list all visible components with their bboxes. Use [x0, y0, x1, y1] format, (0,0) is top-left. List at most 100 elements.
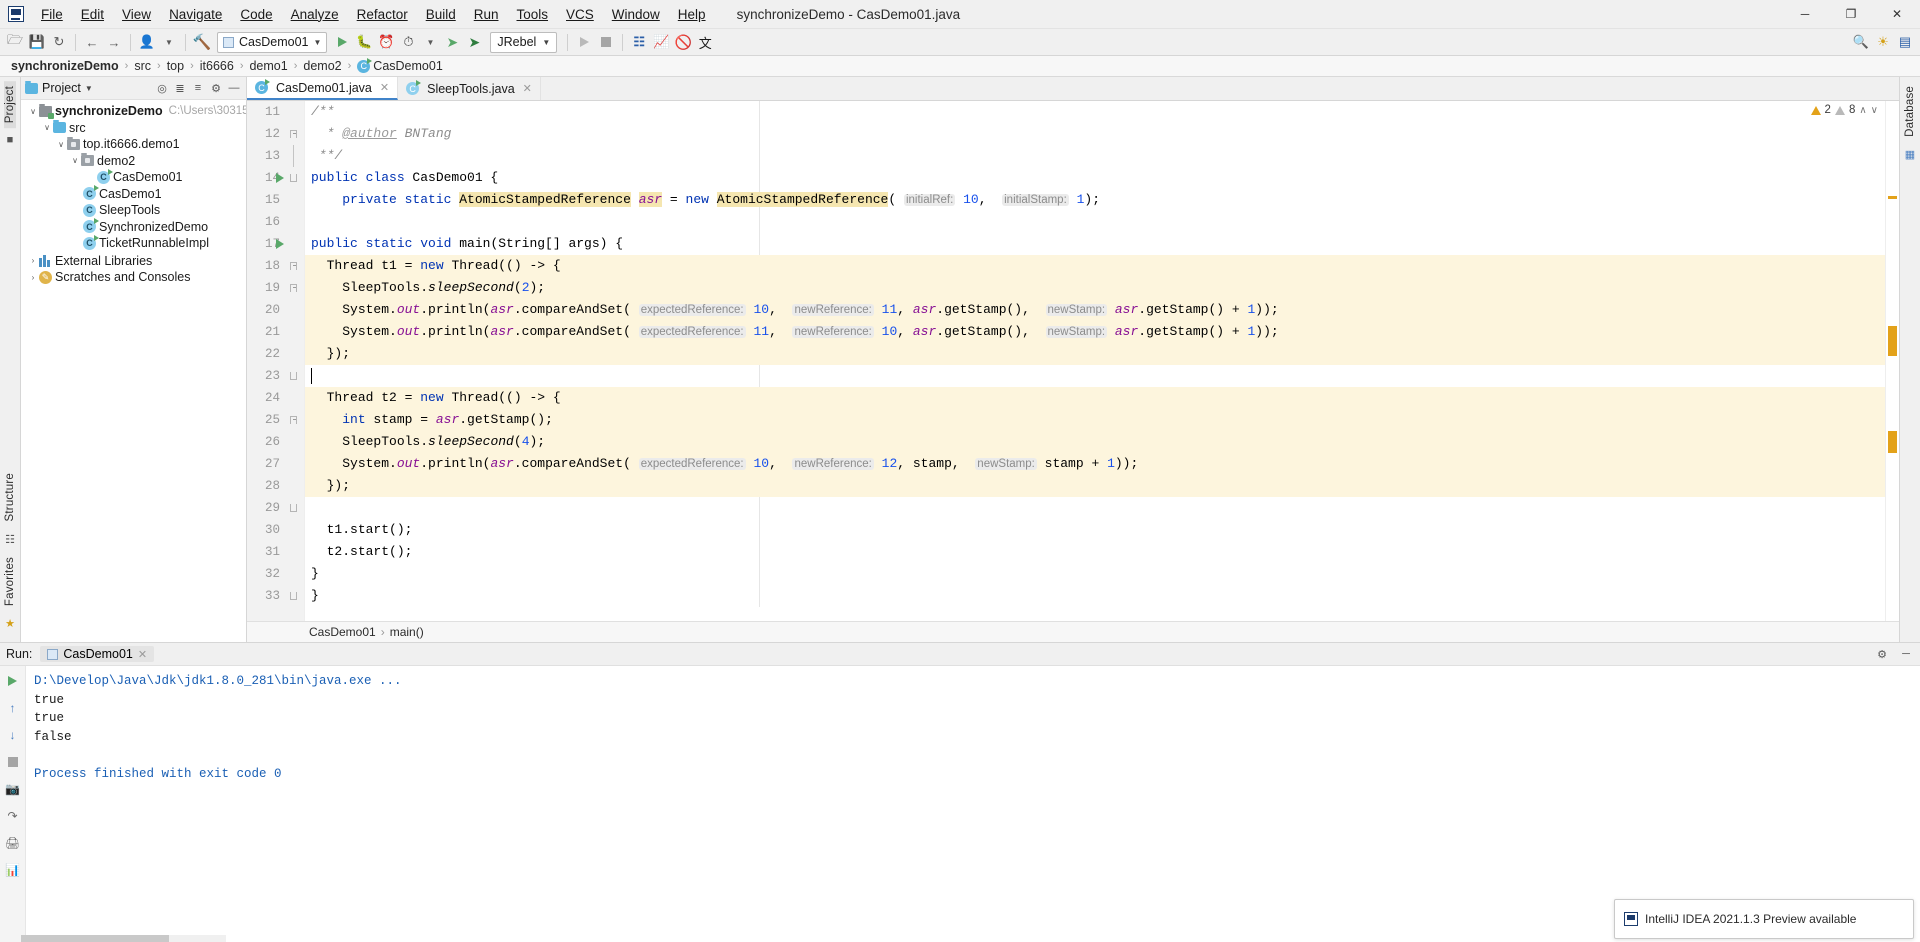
- soft-wrap-icon[interactable]: ↷: [4, 807, 22, 825]
- error-stripe-scrollbar[interactable]: [1885, 101, 1899, 621]
- breadcrumb-item-it6666[interactable]: it6666: [197, 59, 237, 73]
- project-panel-chevron-down-icon[interactable]: ▼: [85, 84, 93, 93]
- tree-node-casdemo1[interactable]: C CasDemo1: [21, 185, 246, 203]
- rail-button-database[interactable]: Database: [1904, 81, 1916, 142]
- run-button[interactable]: [331, 31, 353, 53]
- menu-navigate[interactable]: Navigate: [160, 3, 231, 26]
- menu-file[interactable]: File: [32, 3, 72, 26]
- twisty-icon[interactable]: ∨: [27, 107, 39, 116]
- run-tab-casdemo01[interactable]: CasDemo01 ✕: [40, 646, 155, 662]
- stop-icon[interactable]: [595, 31, 617, 53]
- maximize-button[interactable]: ❐: [1828, 0, 1874, 29]
- menu-refactor[interactable]: Refactor: [348, 3, 417, 26]
- search-icon[interactable]: 🔍: [1850, 31, 1872, 53]
- rail-button-project[interactable]: Project: [4, 81, 16, 129]
- tab-close-icon[interactable]: ✕: [380, 81, 389, 94]
- twisty-icon[interactable]: ∨: [69, 156, 81, 165]
- notifications-icon[interactable]: ☀: [1872, 31, 1894, 53]
- close-button[interactable]: ✕: [1874, 0, 1920, 29]
- open-folder-icon[interactable]: 🗁: [4, 31, 26, 53]
- tree-node-sleeptools[interactable]: C SleepTools: [21, 202, 246, 219]
- breadcrumb-item-src[interactable]: src: [131, 59, 154, 73]
- tab-casdemo01-java[interactable]: C CasDemo01.java ✕: [247, 77, 399, 100]
- inspection-widget[interactable]: 2 8 ∧ ∨: [1807, 104, 1881, 116]
- project-horizontal-scrollbar[interactable]: [21, 935, 226, 942]
- hide-run-panel-icon[interactable]: ─: [1898, 646, 1914, 662]
- menu-edit[interactable]: Edit: [72, 3, 113, 26]
- editor-gutter[interactable]: 11 12 13 14 15 16 17 18 19 20 21 22 23 2…: [247, 101, 305, 621]
- forward-icon[interactable]: →: [103, 31, 125, 53]
- notification-popup[interactable]: IntelliJ IDEA 2021.1.3 Preview available: [1614, 899, 1914, 939]
- user-dropdown-icon[interactable]: ▼: [158, 31, 180, 53]
- layout-icon[interactable]: ▤: [1894, 31, 1916, 53]
- run-with-coverage-icon[interactable]: ⏰: [375, 31, 397, 53]
- save-icon[interactable]: 💾: [26, 31, 48, 53]
- tab-sleeptools-java[interactable]: C SleepTools.java ✕: [398, 77, 541, 100]
- tree-node-scratches[interactable]: › ✎ Scratches and Consoles: [21, 269, 246, 286]
- hide-panel-icon[interactable]: —: [226, 80, 242, 96]
- breadcrumb-item-top[interactable]: top: [164, 59, 187, 73]
- stop-icon[interactable]: [4, 753, 22, 771]
- jrebel-run-icon[interactable]: ➤: [441, 31, 463, 53]
- rail-button-structure[interactable]: Structure: [4, 468, 16, 526]
- run-configuration-selector[interactable]: CasDemo01 ▼: [217, 31, 328, 53]
- structure-icon[interactable]: ☷: [5, 533, 15, 546]
- menu-window[interactable]: Window: [603, 3, 669, 26]
- stripe-warning-mark[interactable]: [1888, 196, 1897, 199]
- code-editor[interactable]: 2 8 ∧ ∨ 11 12 13 14 15 16 17 18 19 20 21…: [247, 101, 1899, 621]
- tab-close-icon[interactable]: ✕: [523, 82, 532, 95]
- monitor-icon[interactable]: 📈: [650, 31, 672, 53]
- tree-node-casdemo01[interactable]: C CasDemo01: [21, 168, 246, 186]
- tree-node-ticketrunnableimpl[interactable]: C TicketRunnableImpl: [21, 234, 246, 252]
- run-tab-close-icon[interactable]: ✕: [138, 648, 147, 661]
- hammer-icon[interactable]: 🔨: [191, 31, 213, 53]
- minimize-button[interactable]: ─: [1782, 0, 1828, 29]
- breadcrumb-item-casdemo01[interactable]: C CasDemo01: [354, 57, 445, 73]
- twisty-icon[interactable]: ›: [27, 273, 39, 282]
- next-problem-icon[interactable]: ∨: [1871, 105, 1878, 116]
- stripe-warning-mark[interactable]: [1888, 326, 1897, 356]
- twisty-icon[interactable]: ∨: [55, 140, 67, 149]
- gear-icon[interactable]: ⚙: [1874, 646, 1890, 662]
- no-entry-icon[interactable]: 🚫: [672, 31, 694, 53]
- menu-analyze[interactable]: Analyze: [282, 3, 348, 26]
- rerun-icon[interactable]: [4, 672, 22, 690]
- menu-code[interactable]: Code: [231, 3, 281, 26]
- code-content[interactable]: /** * @author BNTang **/ public class Ca…: [305, 101, 1885, 621]
- chart-icon[interactable]: 📊: [4, 861, 22, 879]
- run-method-gutter-icon[interactable]: [276, 233, 284, 255]
- menu-build[interactable]: Build: [417, 3, 465, 26]
- tree-node-package-demo2[interactable]: ∨ demo2: [21, 153, 246, 170]
- plugin-icon[interactable]: ☷: [628, 31, 650, 53]
- twisty-icon[interactable]: ∨: [41, 123, 53, 132]
- collapse-all-icon[interactable]: ≡: [190, 80, 206, 96]
- profile-icon[interactable]: ⏱: [397, 31, 419, 53]
- star-icon[interactable]: ★: [5, 617, 15, 630]
- down-arrow-icon[interactable]: ↓: [4, 726, 22, 744]
- menu-help[interactable]: Help: [669, 3, 715, 26]
- stripe-warning-mark[interactable]: [1888, 431, 1897, 453]
- user-icon[interactable]: 👤: [136, 31, 158, 53]
- sync-icon[interactable]: ↻: [48, 31, 70, 53]
- tree-node-package-top[interactable]: ∨ top.it6666.demo1: [21, 136, 246, 153]
- tree-node-external-libraries[interactable]: › External Libraries: [21, 253, 246, 270]
- breadcrumb-item-demo2[interactable]: demo2: [300, 59, 344, 73]
- status-crumb-class[interactable]: CasDemo01: [309, 625, 376, 639]
- attach-debugger-icon[interactable]: [573, 31, 595, 53]
- database-icon[interactable]: ▦: [1905, 148, 1915, 161]
- menu-view[interactable]: View: [113, 3, 160, 26]
- locate-icon[interactable]: ◎: [154, 80, 170, 96]
- tree-node-synchronizeddemo[interactable]: C SynchronizedDemo: [21, 218, 246, 236]
- settings-gear-icon[interactable]: ⚙: [208, 80, 224, 96]
- up-arrow-icon[interactable]: ↑: [4, 699, 22, 717]
- jrebel-debug-icon[interactable]: ➤: [463, 31, 485, 53]
- tree-node-synchronizedemo[interactable]: ∨ synchronizeDemo C:\Users\30315\Dow: [21, 103, 246, 120]
- translate-icon[interactable]: 文: [694, 31, 716, 53]
- project-folder-icon[interactable]: ■: [7, 134, 14, 146]
- expand-all-icon[interactable]: ≣: [172, 80, 188, 96]
- status-crumb-method[interactable]: main(): [390, 625, 424, 639]
- print-icon[interactable]: 🖨: [4, 834, 22, 852]
- menu-vcs[interactable]: VCS: [557, 3, 603, 26]
- camera-icon[interactable]: 📷: [4, 780, 22, 798]
- prev-problem-icon[interactable]: ∧: [1859, 105, 1866, 116]
